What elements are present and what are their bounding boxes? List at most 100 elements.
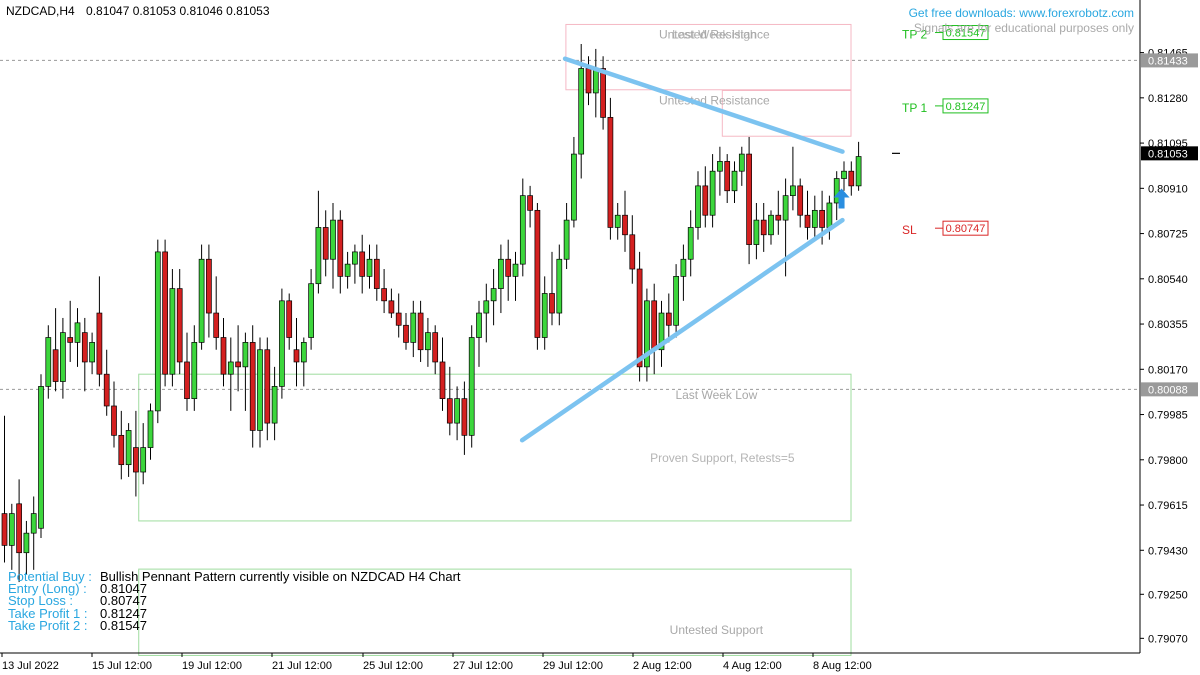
bullish-candle xyxy=(147,410,154,448)
bullish-candle xyxy=(512,263,519,277)
bearish-candle xyxy=(417,312,424,351)
bullish-candle xyxy=(768,214,774,236)
y-tick-label: 0.80540 xyxy=(1148,274,1188,286)
y-tick-label: 0.80355 xyxy=(1148,319,1188,331)
bullish-candle xyxy=(30,513,37,534)
bearish-candle xyxy=(760,219,767,236)
x-tick-label: 4 Aug 12:00 xyxy=(723,660,782,672)
bearish-candle xyxy=(395,312,402,326)
zone-label-secondary: Proven Support, Retests=5 xyxy=(650,451,795,465)
bearish-candle xyxy=(702,185,709,216)
bearish-candle xyxy=(622,214,628,236)
bullish-candle xyxy=(483,300,490,314)
bullish-candle xyxy=(8,513,15,546)
zone-label-secondary: Last Week High xyxy=(672,27,757,41)
bullish-candle xyxy=(614,214,621,228)
bullish-candle xyxy=(169,288,176,375)
bearish-candle xyxy=(322,227,329,260)
bullish-candle xyxy=(425,332,431,351)
x-tick-label: 25 Jul 12:00 xyxy=(363,660,423,672)
bearish-candle xyxy=(176,288,183,363)
bullish-candle xyxy=(454,398,460,424)
bullish-candle xyxy=(23,532,30,554)
bearish-candle xyxy=(293,349,300,363)
bullish-candle xyxy=(38,386,44,529)
bullish-candle xyxy=(140,447,147,473)
bearish-candle xyxy=(651,300,658,351)
level-price-text: 0.80747 xyxy=(946,223,986,235)
bullish-candle xyxy=(687,227,694,260)
bullish-candle xyxy=(300,342,307,363)
bearish-candle xyxy=(16,503,22,554)
bullish-candle xyxy=(279,300,285,387)
zone-label: Last Week Low xyxy=(675,388,757,402)
bearish-candle xyxy=(373,258,380,289)
y-tick-label: 0.79615 xyxy=(1148,500,1188,512)
bullish-candle xyxy=(790,185,796,197)
x-tick-label: 19 Jul 12:00 xyxy=(182,660,242,672)
bullish-candle xyxy=(782,195,789,221)
download-notice[interactable]: Get free downloads: www.forexrobotz.com xyxy=(909,6,1134,20)
bullish-candle xyxy=(74,322,81,343)
bearish-candle xyxy=(133,447,139,473)
bullish-candle xyxy=(556,258,563,314)
bullish-candle xyxy=(695,185,701,228)
bearish-candle xyxy=(549,293,555,314)
bullish-candle xyxy=(541,293,548,338)
bullish-candle xyxy=(738,153,745,172)
bearish-candle xyxy=(534,209,541,338)
bullish-candle xyxy=(198,258,205,343)
signal-info-panel: Potential Buy : Bullish Pennant Pattern c… xyxy=(8,570,461,633)
bullish-candle xyxy=(60,332,66,382)
bearish-candle xyxy=(848,170,855,187)
y-tick-label: 0.79430 xyxy=(1148,545,1188,557)
bearish-candle xyxy=(286,300,293,338)
x-tick-label: 13 Jul 2022 xyxy=(2,660,59,672)
bearish-candle xyxy=(636,268,643,368)
info-value: 0.81547 xyxy=(100,617,147,633)
bullish-candle xyxy=(578,68,585,155)
price-tag-text: 0.81053 xyxy=(1148,148,1188,160)
bullish-candle xyxy=(330,219,336,260)
bullish-candle xyxy=(673,276,679,326)
x-tick-label: 21 Jul 12:00 xyxy=(272,660,332,672)
bullish-candle xyxy=(841,170,847,179)
bearish-candle xyxy=(249,342,256,431)
bullish-candle xyxy=(191,342,198,399)
bearish-candle xyxy=(264,349,271,424)
ohlc-values: 0.81047 0.81053 0.81046 0.81053 xyxy=(86,4,270,18)
bearish-candle xyxy=(819,209,825,228)
bearish-candle xyxy=(804,214,811,228)
bullish-candle xyxy=(352,251,358,265)
y-tick-label: 0.81280 xyxy=(1148,93,1188,105)
bearish-candle xyxy=(505,258,512,277)
bearish-candle xyxy=(220,337,227,375)
bearish-candle xyxy=(81,332,88,363)
bearish-candle xyxy=(461,398,468,436)
bullish-candle xyxy=(89,342,95,363)
bullish-candle xyxy=(476,312,482,338)
bullish-candle xyxy=(227,361,234,375)
symbol-label: NZDCAD,H4 xyxy=(6,4,75,18)
bullish-candle xyxy=(271,386,278,424)
bullish-candle xyxy=(519,195,526,265)
bullish-candle xyxy=(154,251,161,412)
bearish-candle xyxy=(337,219,344,277)
bearish-candle xyxy=(585,68,592,94)
bearish-candle xyxy=(432,332,439,363)
bearish-candle xyxy=(235,361,241,368)
bearish-candle xyxy=(52,349,59,382)
bullish-candle xyxy=(709,170,716,216)
bullish-candle xyxy=(680,258,687,277)
bullish-candle xyxy=(257,349,263,431)
x-tick-label: 15 Jul 12:00 xyxy=(92,660,152,672)
bearish-candle xyxy=(446,398,453,424)
bearish-candle xyxy=(111,405,117,436)
bullish-candle xyxy=(45,337,52,387)
bearish-candle xyxy=(527,195,533,211)
bullish-candle xyxy=(125,430,132,466)
bullish-candle xyxy=(811,209,818,228)
bullish-candle xyxy=(468,337,475,436)
x-tick-label: 2 Aug 12:00 xyxy=(633,660,692,672)
bullish-candle xyxy=(563,219,570,260)
